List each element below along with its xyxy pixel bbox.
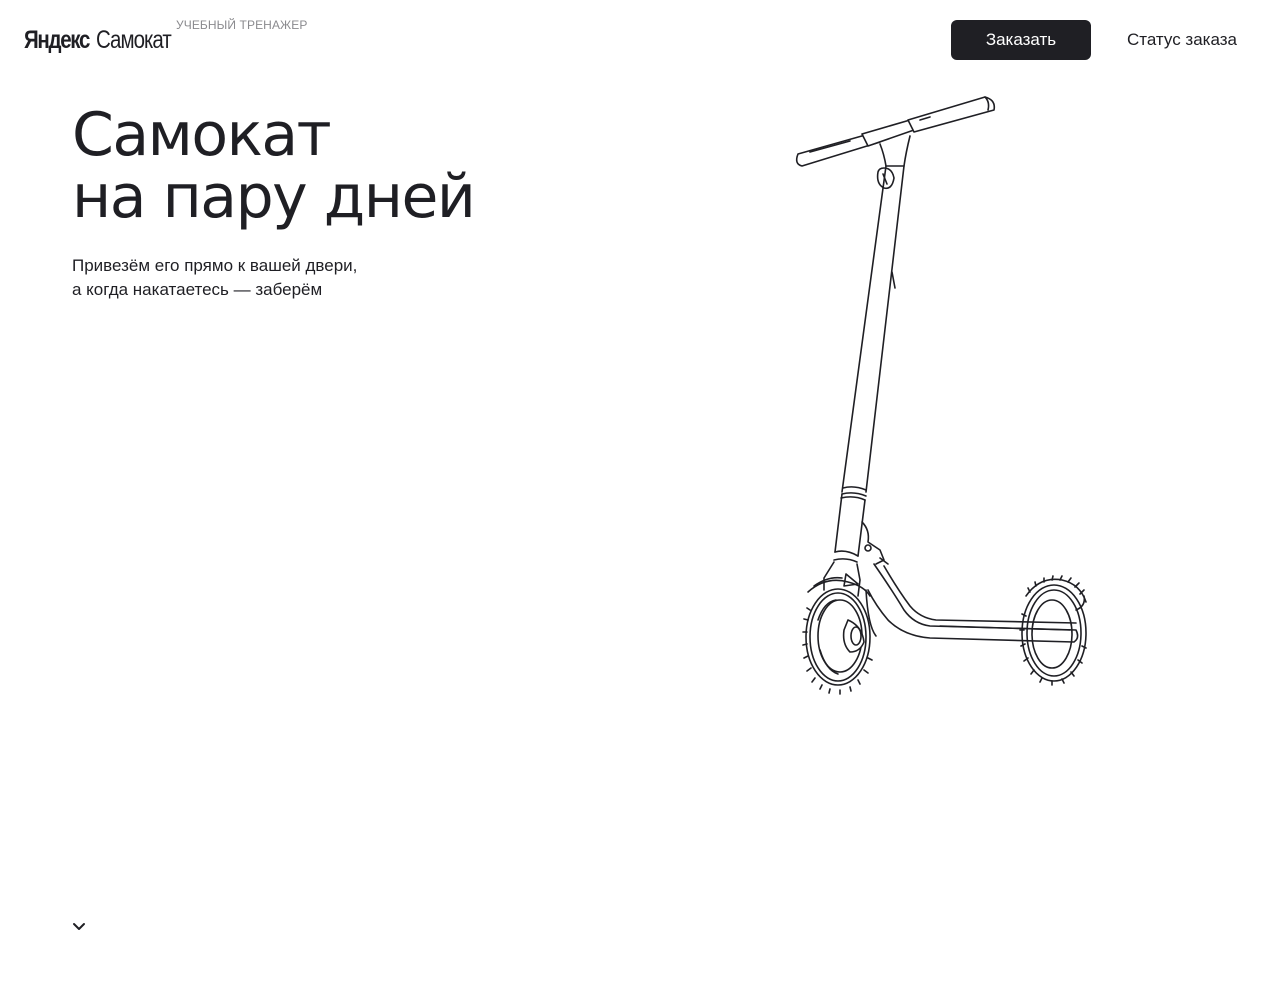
header: Яндекс Самокат УЧЕБНЫЙ ТРЕНАЖЕР Заказать… <box>0 0 1284 80</box>
order-button[interactable]: Заказать <box>951 20 1091 60</box>
logo-subtitle: УЧЕБНЫЙ ТРЕНАЖЕР <box>176 18 308 32</box>
logo-brand: Яндекс <box>24 26 90 54</box>
hero-subtitle-line-2: а когда накатаетесь — заберём <box>72 280 323 299</box>
logo[interactable]: Яндекс Самокат <box>24 22 172 58</box>
order-status-button[interactable]: Статус заказа <box>1110 20 1254 60</box>
hero-subtitle-line-1: Привезём его прямо к вашей двери, <box>72 256 358 275</box>
scooter-illustration <box>795 96 1087 695</box>
hero-subtitle: Привезём его прямо к вашей двери, а когд… <box>72 254 357 302</box>
hero-title-line-1: Самокат <box>72 100 332 170</box>
chevron-down-icon <box>73 923 85 930</box>
landing-page: Яндекс Самокат УЧЕБНЫЙ ТРЕНАЖЕР Заказать… <box>0 0 1284 988</box>
hero-title-line-2: на пару дней <box>72 162 476 232</box>
logo-product: Самокат <box>96 26 172 54</box>
scroll-down-button[interactable] <box>68 916 90 938</box>
hero-title: Самокат на пару дней <box>72 100 476 232</box>
